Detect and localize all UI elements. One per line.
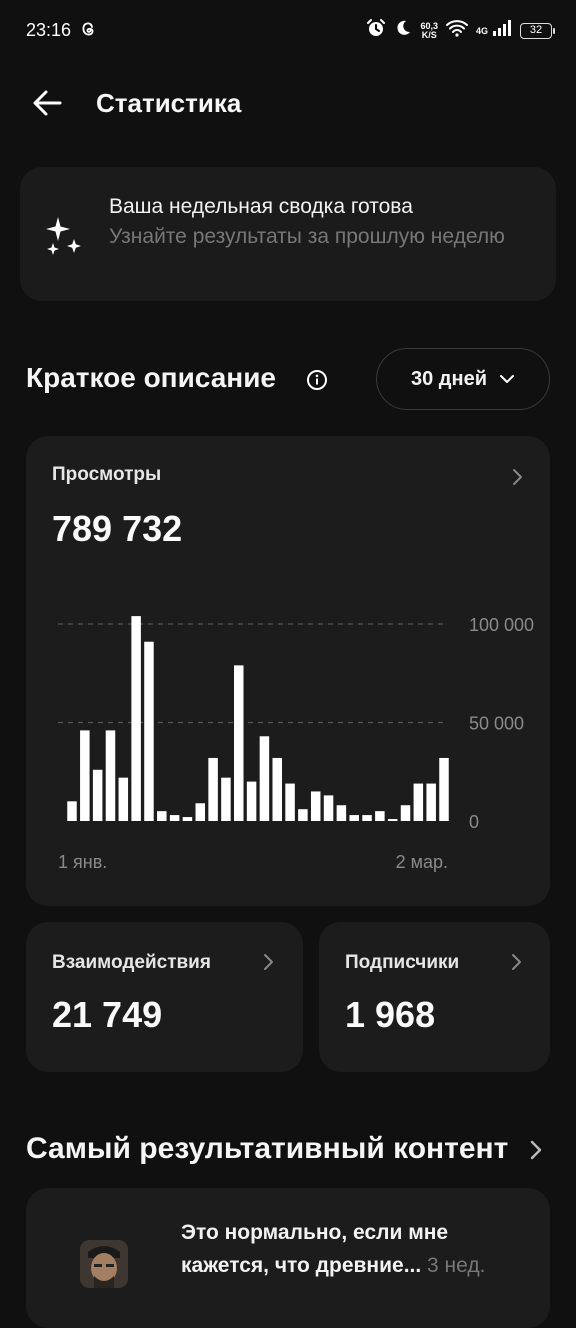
app-bar: Статистика bbox=[0, 70, 576, 136]
views-card[interactable]: 100 000 50 000 0 1 янв. 2 мар. Просмотры 789… bbox=[26, 436, 550, 906]
chevron-right-icon bbox=[512, 954, 521, 970]
views-chart: 100 000 50 000 0 1 янв. 2 мар. bbox=[58, 615, 534, 872]
network-type: 4G bbox=[475, 25, 488, 36]
post-thumbnail bbox=[80, 1240, 128, 1288]
chart-bar bbox=[234, 665, 244, 821]
chart-bar bbox=[285, 783, 295, 821]
battery-level: 32 bbox=[529, 23, 543, 36]
followers-card[interactable]: Подписчики 1 968 bbox=[319, 922, 550, 1072]
network-speed: 60,3 K/S bbox=[420, 21, 438, 40]
chart-bar bbox=[67, 801, 77, 821]
post-text: Это нормально, если мне кажется, что дре… bbox=[181, 1221, 449, 1277]
chart-bar bbox=[362, 815, 372, 821]
x-tick-label: 2 мар. bbox=[396, 852, 448, 872]
engagement-value: 21 749 bbox=[52, 994, 163, 1035]
chart-bar bbox=[272, 757, 282, 821]
chart-bar bbox=[105, 730, 116, 821]
chart-bar bbox=[310, 791, 321, 821]
chart-bar bbox=[439, 757, 449, 821]
status-icons: 60,3 K/S 4G 32 bbox=[366, 18, 555, 43]
post-text-block: Это нормально, если мне кажется, что дре… bbox=[181, 1216, 531, 1282]
chart-bar bbox=[298, 809, 308, 821]
chart-bar bbox=[208, 757, 218, 821]
chart-bar bbox=[375, 811, 385, 821]
info-icon[interactable] bbox=[306, 369, 328, 396]
arrow-left-icon bbox=[33, 90, 62, 116]
chart-bar bbox=[92, 769, 103, 821]
y-tick-label: 0 bbox=[469, 812, 479, 832]
back-button[interactable] bbox=[30, 88, 66, 118]
banner-title: Ваша недельная сводка готова bbox=[109, 195, 413, 218]
chart-bar bbox=[400, 805, 411, 821]
chevron-right-icon bbox=[264, 954, 273, 970]
engagement-card[interactable]: Взаимодействия 21 749 bbox=[26, 922, 303, 1072]
views-label: Просмотры bbox=[52, 464, 162, 485]
chart-bar bbox=[144, 641, 154, 821]
weekly-summary-banner[interactable]: Ваша недельная сводка готова Узнайте рез… bbox=[20, 167, 556, 301]
chart-bar bbox=[349, 815, 359, 821]
top-post-card[interactable]: Это нормально, если мне кажется, что дре… bbox=[26, 1188, 550, 1328]
chart-bar bbox=[336, 805, 347, 821]
summary-title: Краткое описание bbox=[26, 362, 276, 393]
chart-bar bbox=[182, 817, 193, 821]
chart-bar bbox=[246, 781, 257, 821]
threads-icon bbox=[80, 20, 96, 43]
banner-subtitle: Узнайте результаты за прошлую неделю bbox=[109, 225, 505, 248]
followers-label: Подписчики bbox=[345, 952, 460, 973]
chart-bar bbox=[157, 811, 167, 821]
engagement-label: Взаимодействия bbox=[52, 952, 211, 973]
chart-bar bbox=[221, 777, 231, 821]
page-title: Статистика bbox=[96, 88, 242, 118]
chart-bar bbox=[387, 819, 398, 821]
time-range-label: 30 дней bbox=[411, 367, 487, 390]
y-tick-label: 100 000 bbox=[469, 615, 534, 635]
speed-unit: K/S bbox=[421, 29, 437, 40]
chart-bar bbox=[80, 730, 90, 821]
x-tick-label: 1 янв. bbox=[58, 852, 107, 872]
chart-bar bbox=[259, 736, 270, 821]
status-time: 23:16 bbox=[26, 20, 72, 40]
followers-value: 1 968 bbox=[345, 994, 436, 1035]
chart-bar bbox=[195, 803, 206, 821]
moon-icon bbox=[394, 19, 412, 42]
signal-icon bbox=[492, 19, 512, 42]
chart-bar bbox=[426, 783, 436, 821]
chart-bar bbox=[118, 777, 129, 821]
chart-bar bbox=[131, 616, 141, 821]
top-content-title: Самый результативный контент bbox=[26, 1132, 509, 1165]
chevron-down-icon bbox=[500, 375, 514, 383]
post-age: 3 нед. bbox=[427, 1254, 486, 1277]
views-value: 789 732 bbox=[52, 508, 183, 549]
chevron-right-icon bbox=[513, 469, 522, 485]
chart-bar bbox=[169, 815, 180, 821]
sparkles-icon bbox=[44, 215, 84, 260]
time-range-dropdown[interactable]: 30 дней bbox=[376, 348, 550, 410]
chevron-right-icon[interactable] bbox=[528, 1138, 544, 1162]
alarm-icon bbox=[366, 18, 386, 43]
y-tick-label: 50 000 bbox=[469, 714, 524, 734]
chart-bar bbox=[323, 795, 334, 821]
wifi-icon bbox=[445, 19, 468, 42]
battery-icon: 32 bbox=[520, 22, 555, 39]
chart-bar bbox=[413, 783, 424, 821]
status-bar: 23:16 60,3 K/S 4G 32 bbox=[0, 0, 576, 62]
